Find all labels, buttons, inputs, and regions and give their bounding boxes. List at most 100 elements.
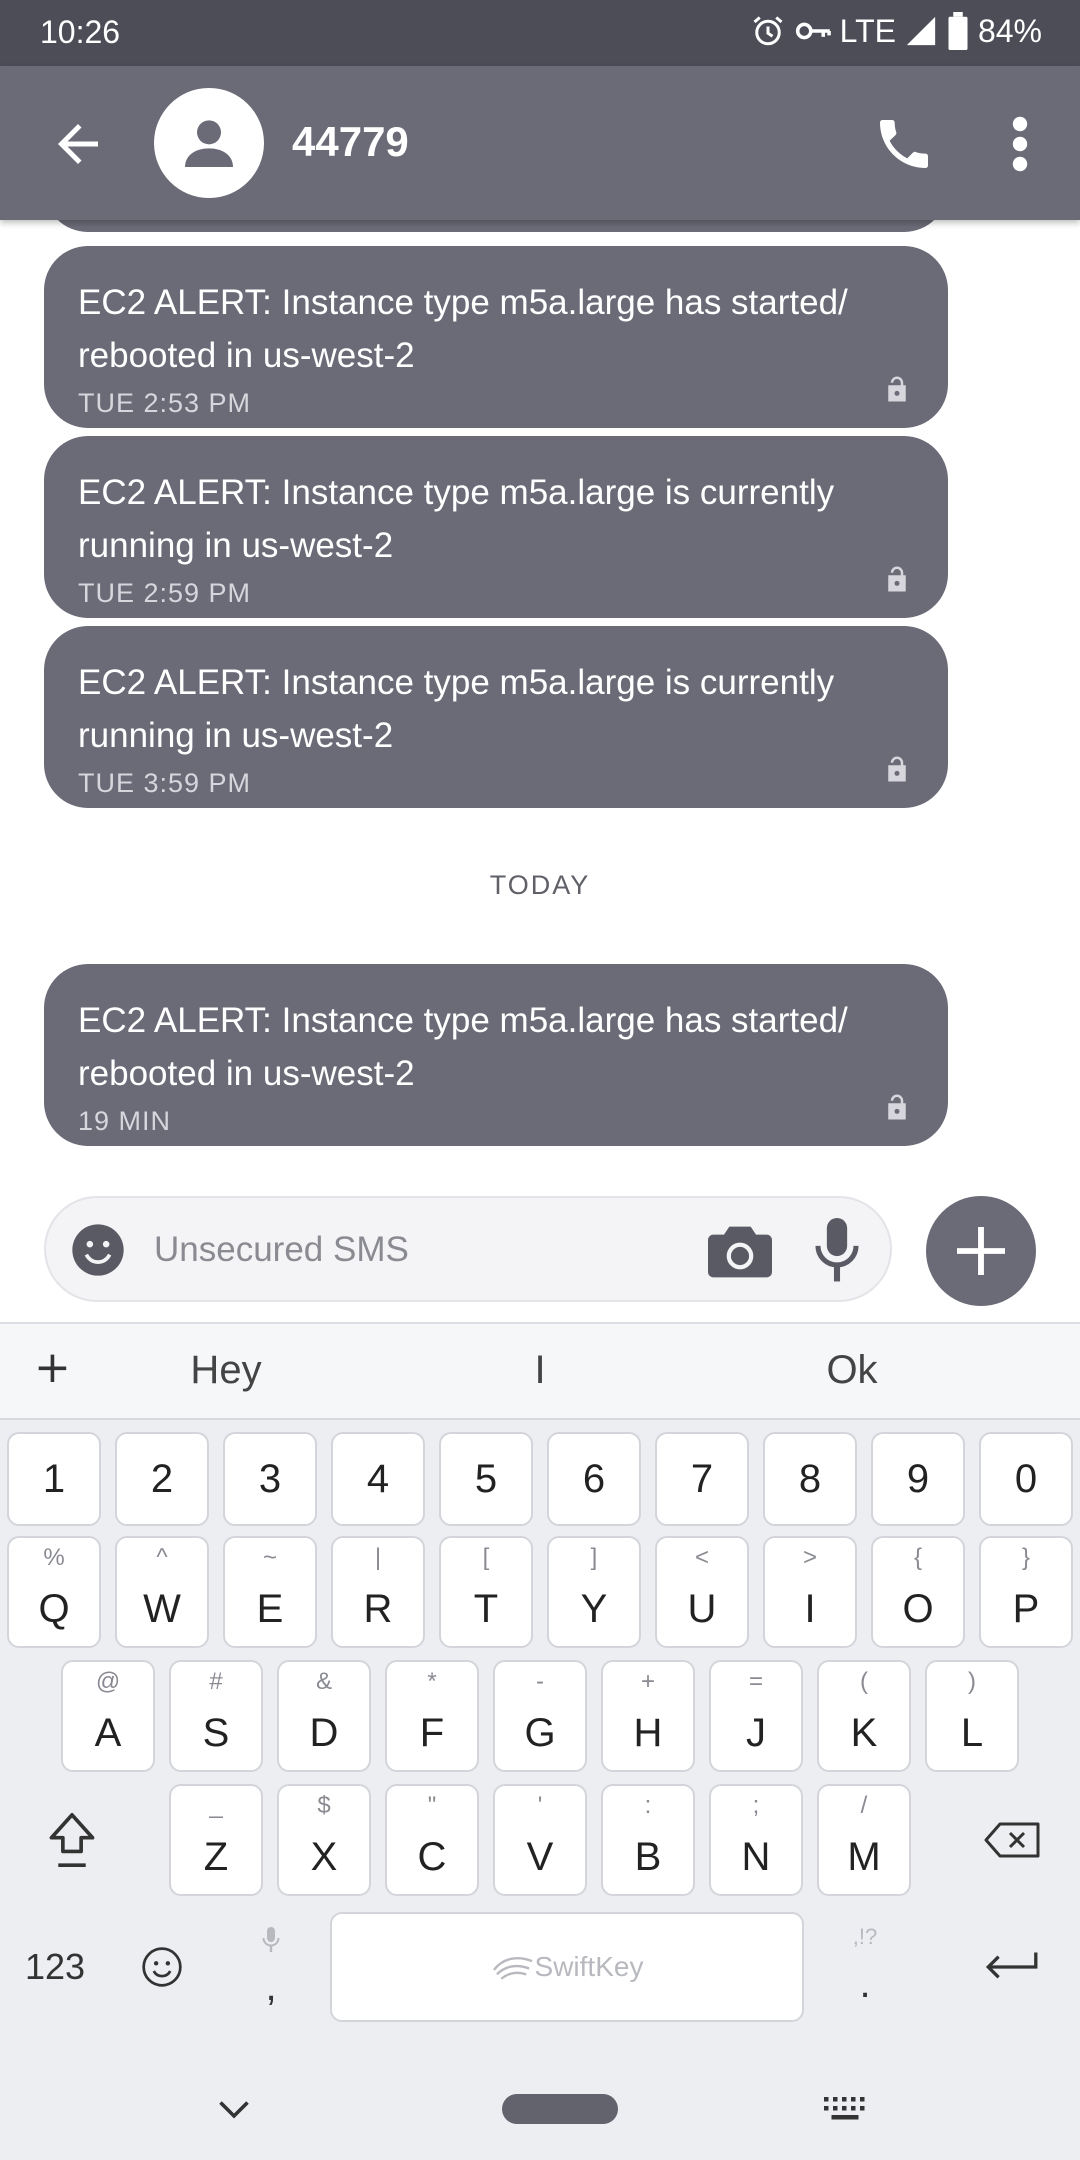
key-alt: ' (537, 1792, 543, 1819)
message-timestamp: 19 MIN (78, 1106, 172, 1136)
keyboard-icon[interactable] (822, 2094, 868, 2124)
message-text-line: EC2 ALERT: Instance type m5a.large has s… (78, 283, 848, 322)
more-vertical-icon[interactable] (1000, 112, 1040, 176)
suggestion-3[interactable]: Ok (826, 1348, 877, 1393)
message-bubble[interactable]: EC2 ALERT: Instance type m5a.large is cu… (44, 436, 948, 618)
emoji-icon[interactable] (70, 1222, 126, 1278)
period-label: . (859, 1961, 871, 2006)
key-s[interactable]: # S (169, 1660, 263, 1772)
toolbar-expand-button[interactable]: + (34, 1342, 71, 1393)
key-b[interactable]: :B (601, 1784, 695, 1896)
key-8[interactable]: 8 (763, 1432, 857, 1526)
key-alt: ( (860, 1668, 868, 1695)
key-a[interactable]: @ A (61, 1660, 155, 1772)
key-alt: : (644, 1792, 652, 1819)
key-alt: = (748, 1668, 763, 1695)
key-alt: } (1021, 1544, 1030, 1571)
key-o[interactable]: {O (871, 1536, 965, 1648)
lock-open-icon (888, 756, 906, 782)
key-t[interactable]: [T (439, 1536, 533, 1648)
message-timestamp: TUE 2:53 PM (78, 388, 252, 418)
phone-icon[interactable] (872, 112, 936, 176)
key-v[interactable]: ' V (493, 1784, 587, 1896)
key-alt: * (427, 1668, 437, 1695)
period-key[interactable]: ,!? . (820, 1912, 910, 2022)
key-3[interactable]: 3 (223, 1432, 317, 1526)
comma-label: , (265, 1964, 277, 2009)
message-bubble[interactable]: EC2 ALERT: Instance type m5a.large has s… (44, 246, 948, 428)
key-1[interactable]: 1 (7, 1432, 101, 1526)
key-u[interactable]: < U (655, 1536, 749, 1648)
suggestion-1[interactable]: Hey (190, 1348, 261, 1393)
key-n[interactable]: ; N (709, 1784, 803, 1896)
camera-icon[interactable] (708, 1224, 772, 1280)
emoji-key[interactable] (124, 1912, 200, 2022)
key-q[interactable]: % Q (7, 1536, 101, 1648)
key-i[interactable]: > I (763, 1536, 857, 1648)
key-label: C (417, 1835, 447, 1879)
message-text-line: EC2 ALERT: Instance type m5a.large is cu… (78, 663, 835, 702)
key-w[interactable]: ^ W (115, 1536, 209, 1648)
chevron-down-icon[interactable] (216, 2096, 252, 2124)
contact-avatar[interactable] (154, 88, 264, 198)
signal-icon (906, 16, 936, 46)
add-attachment-button[interactable] (926, 1196, 1036, 1306)
key-z[interactable]: _ Z (169, 1784, 263, 1896)
key-9[interactable]: 9 (871, 1432, 965, 1526)
microphone-icon[interactable] (812, 1218, 862, 1284)
key-c[interactable]: " C (385, 1784, 479, 1896)
key-f[interactable]: * F (385, 1660, 479, 1772)
person-icon (185, 120, 233, 167)
swiftkey-logo-icon (492, 1957, 533, 1980)
message-text-line: running in us-west-2 (78, 716, 394, 755)
message-bubble[interactable]: EC2 ALERT: Instance type m5a.large has s… (44, 964, 948, 1146)
key-l[interactable]: ) L (925, 1660, 1019, 1772)
key-alt: - (536, 1668, 544, 1695)
key-alt: ) (968, 1668, 976, 1695)
key-y[interactable]: ] Y (547, 1536, 641, 1648)
message-list[interactable]: EC2 ALERT: Instance type m5a.large has s… (0, 220, 1080, 1180)
enter-icon (985, 1952, 1038, 1979)
key-4[interactable]: 4 (331, 1432, 425, 1526)
key-label: I (804, 1587, 816, 1631)
message-input[interactable] (154, 1220, 714, 1280)
key-r[interactable]: | R (331, 1536, 425, 1648)
key-6[interactable]: 6 (547, 1432, 641, 1526)
key-x[interactable]: $ X (277, 1784, 371, 1896)
key-0[interactable]: 0 (979, 1432, 1073, 1526)
key-7[interactable]: 7 (655, 1432, 749, 1526)
key-5[interactable]: 5 (439, 1432, 533, 1526)
key-label: E (256, 1587, 284, 1631)
network-type: LTE (839, 12, 896, 49)
backspace-key[interactable] (970, 1784, 1054, 1896)
enter-key[interactable] (956, 1912, 1066, 2022)
key-g[interactable]: -G (493, 1660, 587, 1772)
key-p[interactable]: } P (979, 1536, 1073, 1648)
vpn-key-icon (795, 22, 831, 40)
key-label: B (634, 1835, 662, 1879)
key-h[interactable]: + H (601, 1660, 695, 1772)
key-label: 1 (42, 1457, 66, 1501)
back-arrow-icon[interactable] (48, 114, 108, 174)
key-2[interactable]: 2 (115, 1432, 209, 1526)
key-d[interactable]: & D (277, 1660, 371, 1772)
message-bubble[interactable]: EC2 ALERT: Instance type m5a.large is cu… (44, 626, 948, 808)
key-e[interactable]: ~ E (223, 1536, 317, 1648)
contact-title[interactable]: 44779 (292, 118, 409, 166)
suggestion-2[interactable]: I (534, 1348, 545, 1393)
key-m[interactable]: / M (817, 1784, 911, 1896)
key-j[interactable]: = J (709, 1660, 803, 1772)
lock-open-icon (888, 1094, 906, 1120)
shift-key[interactable] (30, 1784, 114, 1896)
navigation-bar (0, 2064, 1080, 2160)
key-label: U (687, 1587, 717, 1631)
comma-key[interactable]: , (226, 1912, 316, 2022)
symbols-key[interactable]: 123 (10, 1912, 100, 2022)
key-label: 3 (258, 1457, 282, 1501)
message-timestamp: TUE 3:59 PM (78, 768, 252, 798)
key-k[interactable]: (K (817, 1660, 911, 1772)
space-key[interactable]: SwiftKey (330, 1912, 804, 2022)
smiley-icon (142, 1947, 182, 1987)
key-alt: ^ (156, 1544, 168, 1571)
home-pill[interactable] (502, 2094, 618, 2124)
